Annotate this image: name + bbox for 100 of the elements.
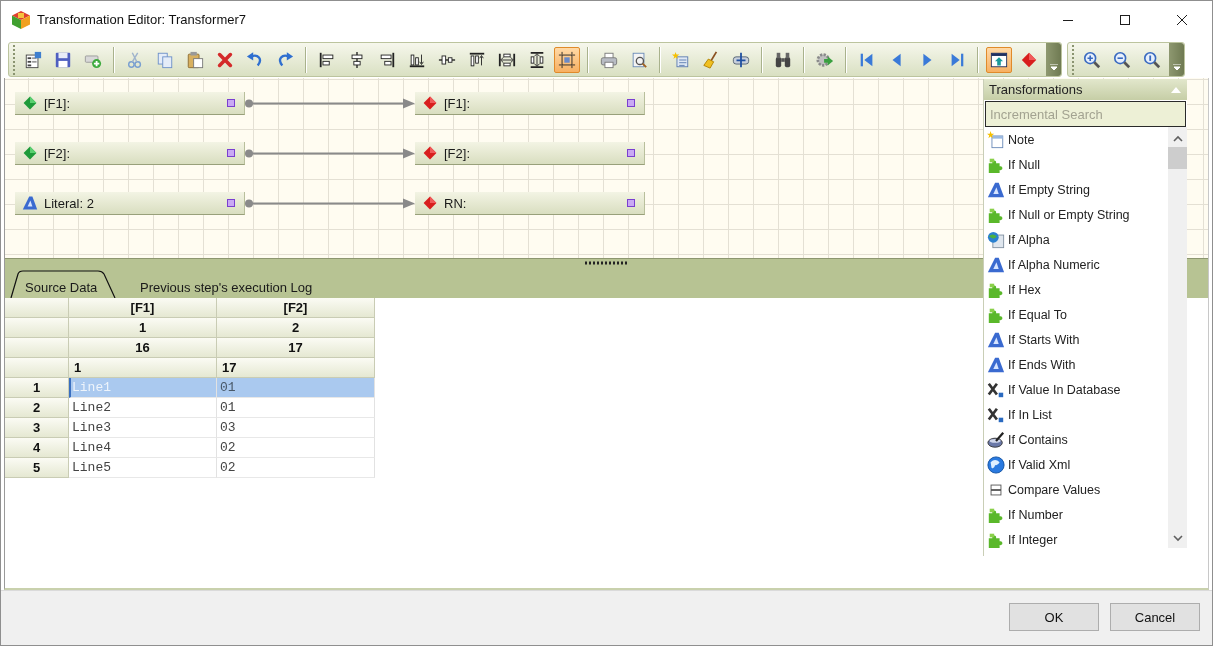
table-cell: 02: [217, 458, 375, 478]
close-icon: [1176, 14, 1187, 25]
ok-button[interactable]: OK: [1009, 603, 1099, 631]
transformation-item[interactable]: If Contains: [984, 427, 1168, 452]
x-variable-icon: [987, 405, 1005, 424]
item-label: If Valid Xml: [1008, 457, 1071, 472]
transformation-item[interactable]: If Starts With: [984, 327, 1168, 352]
transformation-item[interactable]: If Ends With: [984, 352, 1168, 377]
item-label: If Ends With: [1008, 357, 1076, 372]
tab[interactable]: Previous step's execution Log: [116, 270, 313, 298]
zoom-reset-icon: [1143, 50, 1161, 69]
header-cell: 2: [217, 318, 375, 338]
binoculars-icon: [774, 50, 792, 69]
diamond-icon: [22, 95, 38, 111]
column-header: [F2]: [217, 298, 375, 318]
toolbar-overflow-button[interactable]: [1169, 43, 1184, 76]
transformation-item[interactable]: If Integer: [984, 527, 1168, 552]
port-icon: [227, 99, 235, 107]
gear-arrow-icon: [816, 50, 834, 69]
row-header: 1: [5, 378, 69, 398]
item-label: Compare Values: [1008, 482, 1101, 497]
header-cell: 17: [217, 338, 375, 358]
grip-icon[interactable]: [1071, 43, 1075, 76]
search-field[interactable]: Incremental Search: [985, 101, 1186, 127]
toolbar-overflow-button[interactable]: [1046, 43, 1061, 76]
header-cell: 1: [69, 358, 217, 378]
node-label: [F1]:: [44, 95, 70, 111]
item-label: If Alpha Numeric: [1008, 257, 1100, 272]
item-label: If Value In Database: [1008, 382, 1121, 397]
scrollbar-track[interactable]: [1168, 127, 1187, 548]
transformation-item[interactable]: Compare Values: [984, 477, 1168, 502]
corner-header: [5, 298, 69, 318]
table-cell: 01: [217, 378, 375, 398]
port-icon: [627, 149, 635, 157]
transformation-item[interactable]: If Value In Database: [984, 377, 1168, 402]
fit-to-grid-button[interactable]: [554, 46, 580, 73]
transformation-item[interactable]: Note: [984, 127, 1168, 152]
item-label: Note: [1008, 132, 1035, 147]
scrollbar-thumb[interactable]: [1168, 147, 1187, 169]
transformation-item[interactable]: If Null: [984, 152, 1168, 177]
transformation-item[interactable]: If Number: [984, 502, 1168, 527]
table-cell: 01: [217, 398, 375, 418]
port-icon: [627, 199, 635, 207]
row-header: 5: [5, 458, 69, 478]
grip-icon[interactable]: [12, 43, 16, 76]
triangle-ruler-icon: [22, 195, 38, 211]
transformation-item[interactable]: If In List: [984, 402, 1168, 427]
panel-toggle-button[interactable]: [986, 46, 1012, 73]
copy-icon: [156, 50, 174, 69]
broom-icon: [702, 50, 720, 69]
row-header: 4: [5, 438, 69, 458]
save-icon: [54, 50, 72, 69]
zoom-in-icon: [1083, 50, 1101, 69]
paste-icon: [186, 50, 204, 69]
app-icon: [11, 9, 31, 30]
node-label: [F1]:: [444, 95, 470, 111]
corner-header: [5, 358, 69, 378]
undo-icon: [246, 50, 264, 69]
redo-icon: [276, 50, 294, 69]
align-left-icon: [318, 50, 336, 69]
transformation-item[interactable]: If Hex: [984, 277, 1168, 302]
transformation-item[interactable]: If Equal To: [984, 302, 1168, 327]
chevron-up-icon: [1172, 135, 1183, 142]
port-icon: [227, 149, 235, 157]
align-right-icon: [378, 50, 396, 69]
splitter-grip-icon[interactable]: [584, 261, 629, 265]
cancel-button[interactable]: Cancel: [1110, 603, 1200, 631]
fit-to-grid-icon: [558, 50, 576, 69]
corner-header: [5, 318, 69, 338]
print-preview-icon: [630, 50, 648, 69]
port-icon: [227, 199, 235, 207]
chevron-down-icon: [1172, 535, 1183, 542]
transformation-item[interactable]: If Empty String: [984, 177, 1168, 202]
table-cell: 03: [217, 418, 375, 438]
table-cell: Line1: [69, 378, 217, 398]
diamond-icon: [422, 195, 438, 211]
item-label: If Empty String: [1008, 182, 1090, 197]
align-top-icon: [468, 50, 486, 69]
triangle-ruler-icon: [987, 255, 1005, 274]
tab[interactable]: Source Data: [10, 270, 116, 298]
chevron-down-icon: [1049, 64, 1058, 70]
header-cell: 1: [69, 318, 217, 338]
triangle-ruler-icon: [987, 180, 1005, 199]
transformation-item[interactable]: If Valid Xml: [984, 452, 1168, 477]
table-cell: Line4: [69, 438, 217, 458]
properties-icon: [24, 50, 42, 69]
table-cell: 02: [217, 438, 375, 458]
item-label: If Contains: [1008, 432, 1068, 447]
mortar-icon: [987, 430, 1005, 449]
note-icon: [987, 130, 1005, 149]
sparkle-list-icon: [672, 50, 690, 69]
panel-toggle-icon: [990, 50, 1008, 69]
column-header: [F1]: [69, 298, 217, 318]
transformation-item[interactable]: If Alpha: [984, 227, 1168, 252]
header-cell: 16: [69, 338, 217, 358]
item-label: If Equal To: [1008, 307, 1067, 322]
transformation-item[interactable]: If Null or Empty String: [984, 202, 1168, 227]
item-label: If Null or Empty String: [1008, 207, 1130, 222]
node-label: [F2]:: [44, 145, 70, 161]
transformation-item[interactable]: If Alpha Numeric: [984, 252, 1168, 277]
